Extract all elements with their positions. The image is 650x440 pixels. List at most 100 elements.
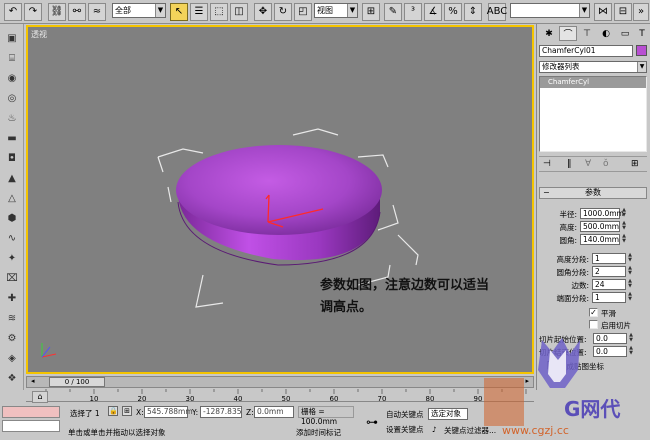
- spline-icon[interactable]: ∿: [3, 230, 21, 246]
- material-editor-icon[interactable]: ❖: [3, 370, 21, 386]
- configure-sets-icon[interactable]: ⊞: [631, 159, 639, 169]
- radius-field[interactable]: 1000.0mm: [580, 208, 624, 219]
- parameters-rollout-header[interactable]: − 参数: [539, 187, 647, 199]
- percent-snap-icon[interactable]: %: [444, 3, 462, 21]
- sphere-icon[interactable]: ◉: [3, 70, 21, 86]
- helper-icon[interactable]: ✚: [3, 290, 21, 306]
- object-color-swatch[interactable]: [636, 45, 647, 56]
- spinner-snap-icon[interactable]: ⇕: [464, 3, 482, 21]
- undo-icon[interactable]: ↶: [4, 3, 22, 21]
- box-icon[interactable]: ▣: [3, 30, 21, 46]
- maxscript-mini-input[interactable]: [2, 420, 60, 432]
- hierarchy-tab-icon[interactable]: ⊤: [578, 26, 596, 41]
- add-time-tag[interactable]: 添加时间标记: [296, 427, 341, 438]
- smooth-checkbox[interactable]: ✓: [589, 308, 598, 317]
- fillet-segs-field[interactable]: 2: [592, 266, 626, 277]
- cone-icon[interactable]: ▲: [3, 170, 21, 186]
- selection-filter-select[interactable]: 全部 ▼: [112, 3, 166, 18]
- fillet-segs-spinner-icon[interactable]: ▲ ▼: [627, 266, 633, 277]
- height-segs-spinner-icon[interactable]: ▲ ▼: [627, 253, 633, 264]
- object-name-field[interactable]: ChamferCyl01: [539, 45, 633, 57]
- select-manipulate-icon[interactable]: ✎: [384, 3, 402, 21]
- rotate-icon[interactable]: ↻: [274, 3, 292, 21]
- spacewarp-icon[interactable]: ≋: [3, 310, 21, 326]
- height-field[interactable]: 500.0mm: [580, 221, 620, 232]
- pivot-center-icon[interactable]: ⊞: [362, 3, 380, 21]
- display-tab-icon[interactable]: ▭: [616, 26, 634, 41]
- perspective-viewport[interactable]: 透视 参数如图，注意边数可以适当 调高点。: [26, 25, 534, 374]
- cylinder-icon[interactable]: ⌸: [3, 50, 21, 66]
- toolbar-more-icon[interactable]: »: [633, 3, 649, 21]
- absolute-mode-icon[interactable]: ⊞: [122, 406, 132, 416]
- select-by-name-icon[interactable]: ☰: [190, 3, 208, 21]
- x-coord-field[interactable]: 545.788mm: [144, 406, 193, 418]
- track-tick-label: 50: [282, 395, 291, 402]
- height-spinner-icon[interactable]: ▲ ▼: [621, 221, 627, 232]
- angle-snap-icon[interactable]: ∡: [424, 3, 442, 21]
- edit-named-selection-icon[interactable]: ABC: [487, 3, 507, 21]
- key-selection-dropdown[interactable]: 选定对象: [428, 408, 468, 420]
- modifier-list-dropdown[interactable]: 修改器列表 ▼: [539, 61, 647, 73]
- key-mode-icon[interactable]: ⊶: [362, 413, 382, 431]
- slider-left-arrow-icon[interactable]: ◂: [31, 377, 35, 385]
- scale-icon[interactable]: ◰: [294, 3, 312, 21]
- utilities-tab-icon[interactable]: T: [633, 26, 650, 41]
- cap-segs-field[interactable]: 1: [592, 292, 626, 303]
- create-tab-icon[interactable]: ✱: [540, 26, 558, 41]
- time-slider-thumb[interactable]: 0 / 100: [49, 377, 105, 387]
- select-object-icon[interactable]: ↖: [170, 3, 188, 21]
- height-label: 高度:: [559, 223, 577, 232]
- bind-space-warp-icon[interactable]: ≈: [88, 3, 106, 21]
- redo-icon[interactable]: ↷: [24, 3, 42, 21]
- slice-on-checkbox[interactable]: [589, 320, 598, 329]
- render-icon[interactable]: ◈: [3, 350, 21, 366]
- move-icon[interactable]: ✥: [254, 3, 272, 21]
- named-selection-set-select[interactable]: ▼: [510, 3, 590, 18]
- tube-icon[interactable]: ◘: [3, 150, 21, 166]
- pin-stack-icon[interactable]: ⊣: [543, 159, 551, 169]
- pyramid-icon[interactable]: △: [3, 190, 21, 206]
- sides-field[interactable]: 24: [592, 279, 626, 290]
- selection-lock-icon[interactable]: 🔒: [108, 406, 118, 416]
- select-link-icon[interactable]: ⛓: [48, 3, 66, 21]
- motion-tab-icon[interactable]: ◐: [597, 26, 615, 41]
- maxscript-listener[interactable]: [2, 406, 60, 418]
- snap-3d-icon[interactable]: ³: [404, 3, 422, 21]
- remove-modifier-icon[interactable]: ǒ: [603, 159, 609, 169]
- frame-counter: 0 / 100: [64, 378, 90, 386]
- y-coord-field[interactable]: -1287.835: [200, 406, 242, 418]
- reactor-icon[interactable]: ⚙: [3, 330, 21, 346]
- camera-icon[interactable]: ⌧: [3, 270, 21, 286]
- teapot-icon[interactable]: ♨: [3, 110, 21, 126]
- modify-tab-icon[interactable]: ⌒: [559, 26, 577, 41]
- mirror-icon[interactable]: ⋈: [594, 3, 612, 21]
- time-slider[interactable]: 0 / 100 ◂ ▸: [26, 376, 534, 388]
- radius-spinner-icon[interactable]: ▲ ▼: [621, 208, 627, 219]
- set-key-button[interactable]: 设置关键点: [386, 424, 424, 435]
- fillet-field[interactable]: 140.0mm: [580, 234, 620, 245]
- left-tools-toolbar: ▣ ⌸ ◉ ◎ ♨ ▬ ◘ ▲ △ ⬢ ∿ ✦ ⌧ ✚ ≋ ⚙ ◈ ❖: [0, 24, 24, 390]
- smooth-label: 平滑: [601, 309, 616, 318]
- fillet-spinner-icon[interactable]: ▲ ▼: [621, 234, 627, 245]
- show-end-result-icon[interactable]: ‖: [567, 159, 572, 169]
- torus-icon[interactable]: ◎: [3, 90, 21, 106]
- sides-spinner-icon[interactable]: ▲ ▼: [627, 279, 633, 290]
- light-icon[interactable]: ✦: [3, 250, 21, 266]
- stack-item-chamfercyl[interactable]: ChamferCyl: [540, 77, 646, 88]
- track-bar[interactable]: 0102030405060708090: [26, 389, 534, 402]
- lock-selection-icon[interactable]: ⌂: [32, 391, 48, 403]
- key-icon[interactable]: ♪: [432, 425, 437, 434]
- auto-key-button[interactable]: 自动关键点: [386, 409, 424, 420]
- plane-icon[interactable]: ▬: [3, 130, 21, 146]
- reference-coordinate-select[interactable]: 视图 ▼: [314, 3, 358, 18]
- make-unique-icon[interactable]: ∀: [585, 159, 591, 169]
- rectangular-selection-icon[interactable]: ⬚: [210, 3, 228, 21]
- window-crossing-icon[interactable]: ◫: [230, 3, 248, 21]
- align-icon[interactable]: ⊟: [614, 3, 632, 21]
- radius-label: 半径:: [559, 210, 577, 219]
- geosphere-icon[interactable]: ⬢: [3, 210, 21, 226]
- height-segs-field[interactable]: 1: [592, 253, 626, 264]
- cap-segs-spinner-icon[interactable]: ▲ ▼: [627, 292, 633, 303]
- z-coord-field[interactable]: 0.0mm: [254, 406, 294, 418]
- unlink-icon[interactable]: ⚯: [68, 3, 86, 21]
